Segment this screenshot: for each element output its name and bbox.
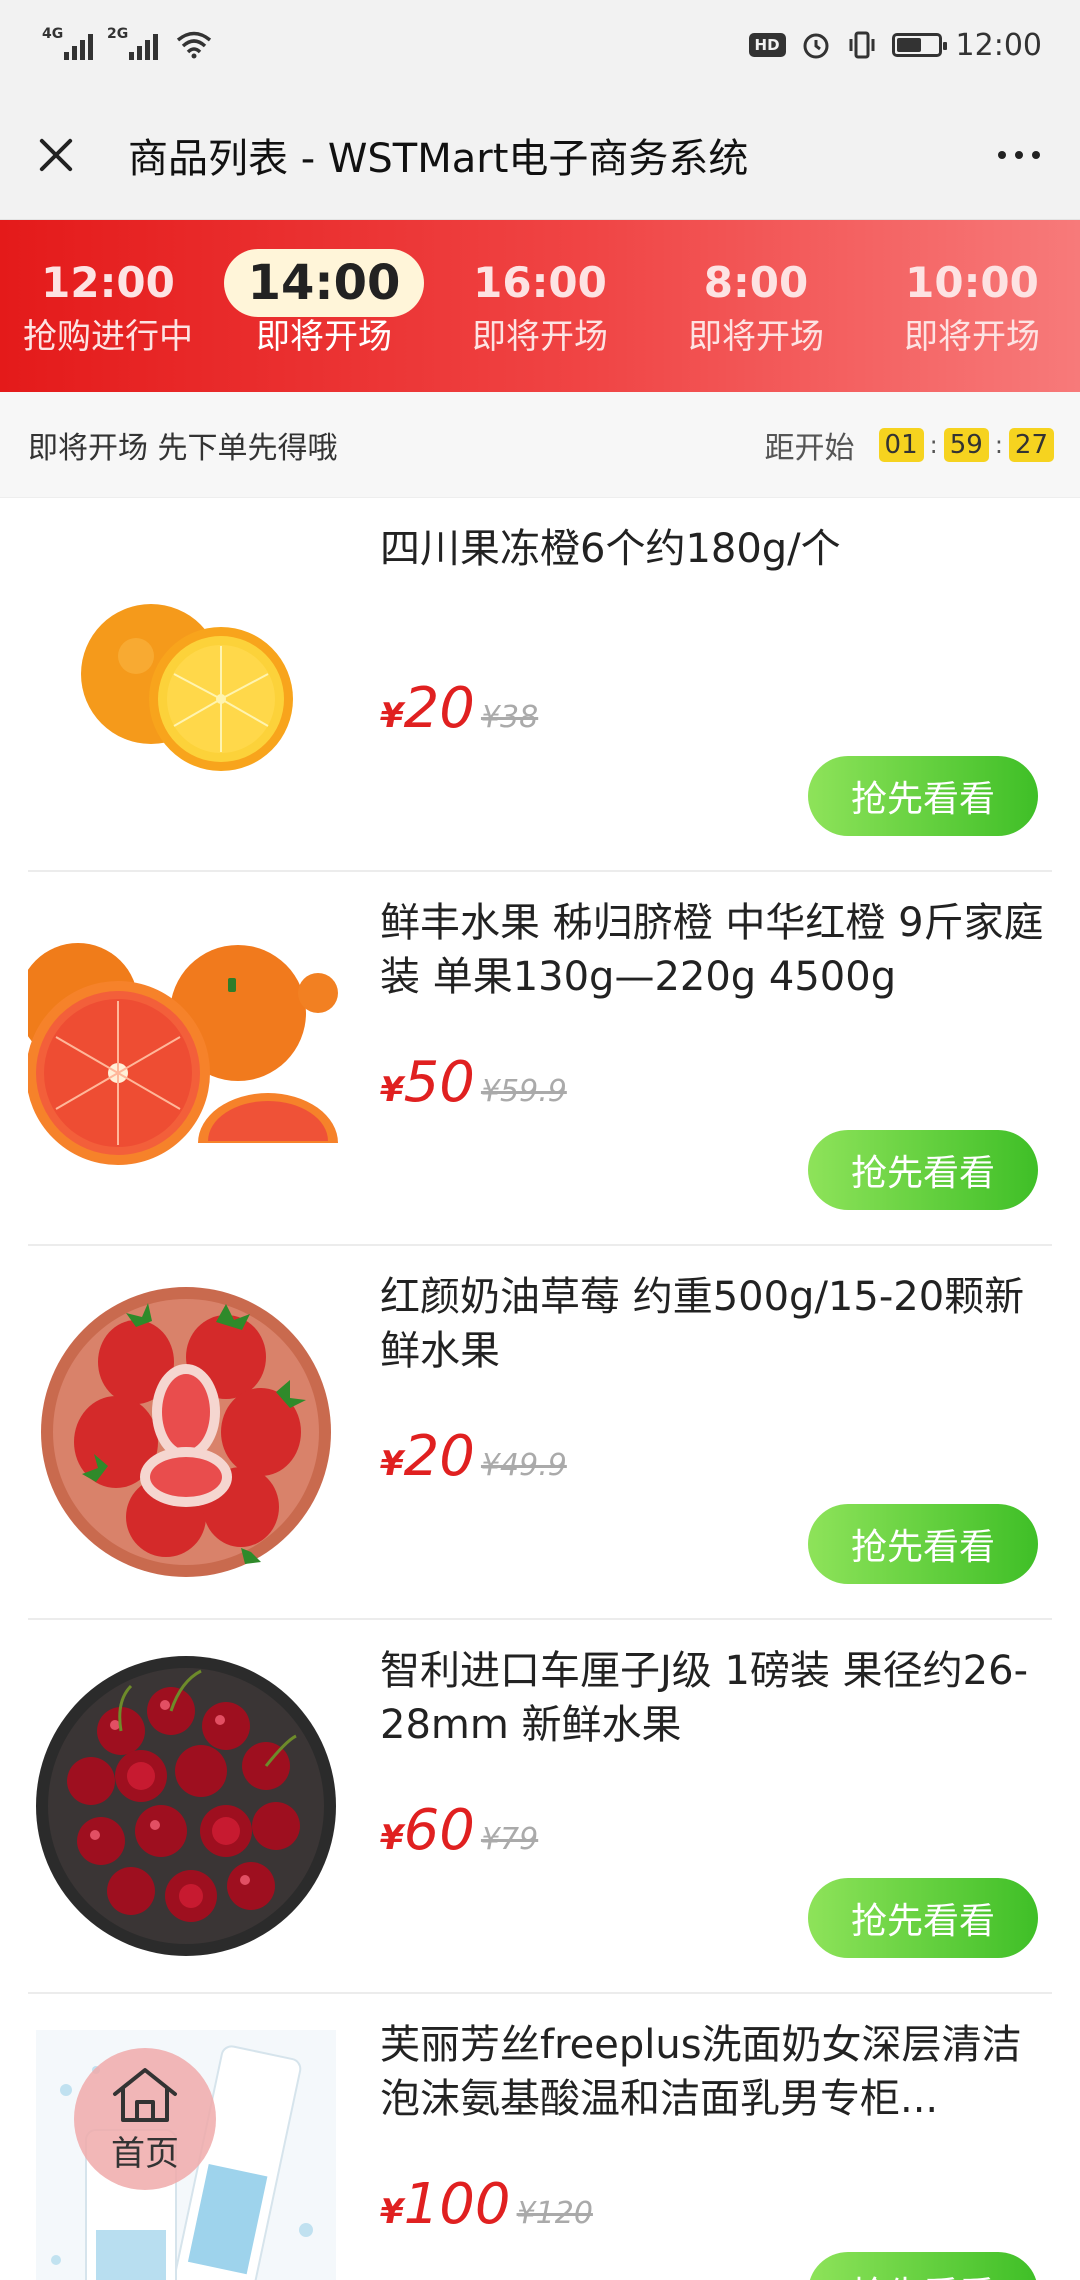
- tab-time: 10:00: [905, 258, 1039, 307]
- tab-status: 抢购进行中: [23, 317, 193, 357]
- status-bar: 4G 2G HD 12:00: [0, 0, 1080, 90]
- clock: 12:00: [955, 27, 1042, 63]
- countdown-separator: :: [929, 430, 938, 459]
- product-name[interactable]: 鲜丰水果 秭归脐橙 中华红橙 9斤家庭装 单果130g—220g 4500g: [380, 896, 1052, 1004]
- preview-button[interactable]: 抢先看看: [808, 1130, 1038, 1210]
- home-button[interactable]: 首页: [74, 2048, 216, 2190]
- tab-12-00[interactable]: 12:00 抢购进行中: [0, 252, 216, 360]
- countdown-hours: 01: [878, 427, 924, 462]
- status-left: 4G 2G: [42, 26, 212, 60]
- tab-time: 16:00: [473, 258, 607, 307]
- product-price: 60: [403, 1798, 475, 1863]
- preview-button[interactable]: 抢先看看: [808, 1504, 1038, 1584]
- page-title: 商品列表 - WSTMart电子商务系统: [128, 135, 749, 182]
- product-name[interactable]: 智利进口车厘子J级 1磅装 果径约26-28mm 新鲜水果: [380, 1644, 1052, 1752]
- alarm-icon: [803, 33, 829, 59]
- preview-button[interactable]: 抢先看看: [808, 2252, 1038, 2280]
- product-price: 100: [403, 2172, 511, 2237]
- countdown-bar: 即将开场 先下单先得哦 距开始 01 : 59 : 27: [0, 392, 1080, 498]
- vibrate-icon: [849, 31, 875, 59]
- countdown-label: 距开始: [764, 430, 855, 466]
- tab-10-00[interactable]: 10:00 即将开场: [864, 252, 1080, 360]
- tab-status: 即将开场: [472, 317, 608, 357]
- preview-button[interactable]: 抢先看看: [808, 756, 1038, 836]
- signal-1-icon: 4G: [42, 26, 93, 60]
- hd-badge: HD: [748, 33, 786, 57]
- product-image[interactable]: [28, 498, 344, 870]
- product-price: 20: [403, 676, 475, 741]
- countdown-seconds: 27: [1008, 427, 1054, 462]
- original-price: ¥120: [516, 2196, 593, 2231]
- countdown-minutes: 59: [943, 427, 989, 462]
- product-prices: ¥ 100 ¥120: [380, 2172, 593, 2237]
- price-currency: ¥: [380, 1070, 404, 1110]
- battery-icon: [891, 33, 947, 57]
- price-currency: ¥: [380, 1818, 404, 1858]
- network-2-label: 2G: [107, 26, 129, 42]
- tab-time: 8:00: [703, 258, 809, 307]
- product-image[interactable]: [28, 1620, 344, 1992]
- signal-2-icon: 2G: [107, 26, 158, 60]
- product-item[interactable]: 智利进口车厘子J级 1磅装 果径约26-28mm 新鲜水果 ¥ 60 ¥79 抢…: [28, 1620, 1052, 1994]
- tab-status: 即将开场: [256, 317, 392, 357]
- price-currency: ¥: [380, 696, 404, 736]
- product-price: 50: [403, 1050, 475, 1115]
- red-orange-icon: [28, 943, 338, 1165]
- product-item[interactable]: 鲜丰水果 秭归脐橙 中华红橙 9斤家庭装 单果130g—220g 4500g ¥…: [28, 872, 1052, 1246]
- product-name[interactable]: 芙丽芳丝freeplus洗面奶女深层清洁泡沫氨基酸温和洁面乳男专柜...: [380, 2018, 1052, 2126]
- product-image[interactable]: [28, 1246, 344, 1618]
- status-right: HD 12:00: [748, 27, 1042, 63]
- product-name[interactable]: 四川果冻橙6个约180g/个: [380, 522, 1052, 576]
- battery-fill: [896, 38, 921, 52]
- more-icon[interactable]: [988, 141, 1050, 169]
- tab-time: 14:00: [223, 249, 425, 317]
- home-icon: [113, 2067, 177, 2122]
- tab-status: 即将开场: [904, 317, 1040, 357]
- strawberry-icon: [41, 1287, 331, 1577]
- home-label: 首页: [111, 2133, 179, 2174]
- tab-time: 12:00: [41, 258, 175, 307]
- cherry-icon: [36, 1656, 336, 1956]
- product-prices: ¥ 20 ¥38: [380, 676, 538, 741]
- tab-14-00[interactable]: 14:00 即将开场: [216, 249, 432, 360]
- title-bar: 商品列表 - WSTMart电子商务系统: [0, 90, 1080, 220]
- product-prices: ¥ 20 ¥49.9: [380, 1424, 567, 1489]
- close-icon[interactable]: [30, 130, 80, 180]
- countdown-separator: :: [994, 430, 1003, 459]
- tab-16-00[interactable]: 16:00 即将开场: [432, 252, 648, 360]
- original-price: ¥79: [480, 1822, 539, 1857]
- product-item[interactable]: 四川果冻橙6个约180g/个 ¥ 20 ¥38 抢先看看: [28, 498, 1052, 872]
- countdown-hint: 即将开场 先下单先得哦: [28, 430, 338, 466]
- product-name[interactable]: 红颜奶油草莓 约重500g/15-20颗新鲜水果: [380, 1270, 1052, 1378]
- product-prices: ¥ 50 ¥59.9: [380, 1050, 567, 1115]
- product-prices: ¥ 60 ¥79: [380, 1798, 538, 1863]
- original-price: ¥49.9: [480, 1448, 567, 1483]
- product-item[interactable]: 红颜奶油草莓 约重500g/15-20颗新鲜水果 ¥ 20 ¥49.9 抢先看看: [28, 1246, 1052, 1620]
- product-price: 20: [403, 1424, 475, 1489]
- network-1-label: 4G: [42, 26, 64, 42]
- wifi-icon: [176, 31, 212, 59]
- product-list: 四川果冻橙6个约180g/个 ¥ 20 ¥38 抢先看看 鲜丰水果 秭归脐橙 中…: [0, 498, 1080, 2280]
- original-price: ¥38: [480, 700, 539, 735]
- tab-status: 即将开场: [688, 317, 824, 357]
- original-price: ¥59.9: [480, 1074, 567, 1109]
- price-currency: ¥: [380, 1444, 404, 1484]
- countdown-timer: 距开始 01 : 59 : 27: [765, 423, 1054, 467]
- preview-button[interactable]: 抢先看看: [808, 1878, 1038, 1958]
- price-currency: ¥: [380, 2192, 404, 2232]
- time-tabs: 12:00 抢购进行中 14:00 即将开场 16:00 即将开场 8:00 即…: [0, 220, 1080, 392]
- product-image[interactable]: [28, 872, 344, 1244]
- orange-icon: [81, 604, 293, 771]
- tab-8-00[interactable]: 8:00 即将开场: [648, 252, 864, 360]
